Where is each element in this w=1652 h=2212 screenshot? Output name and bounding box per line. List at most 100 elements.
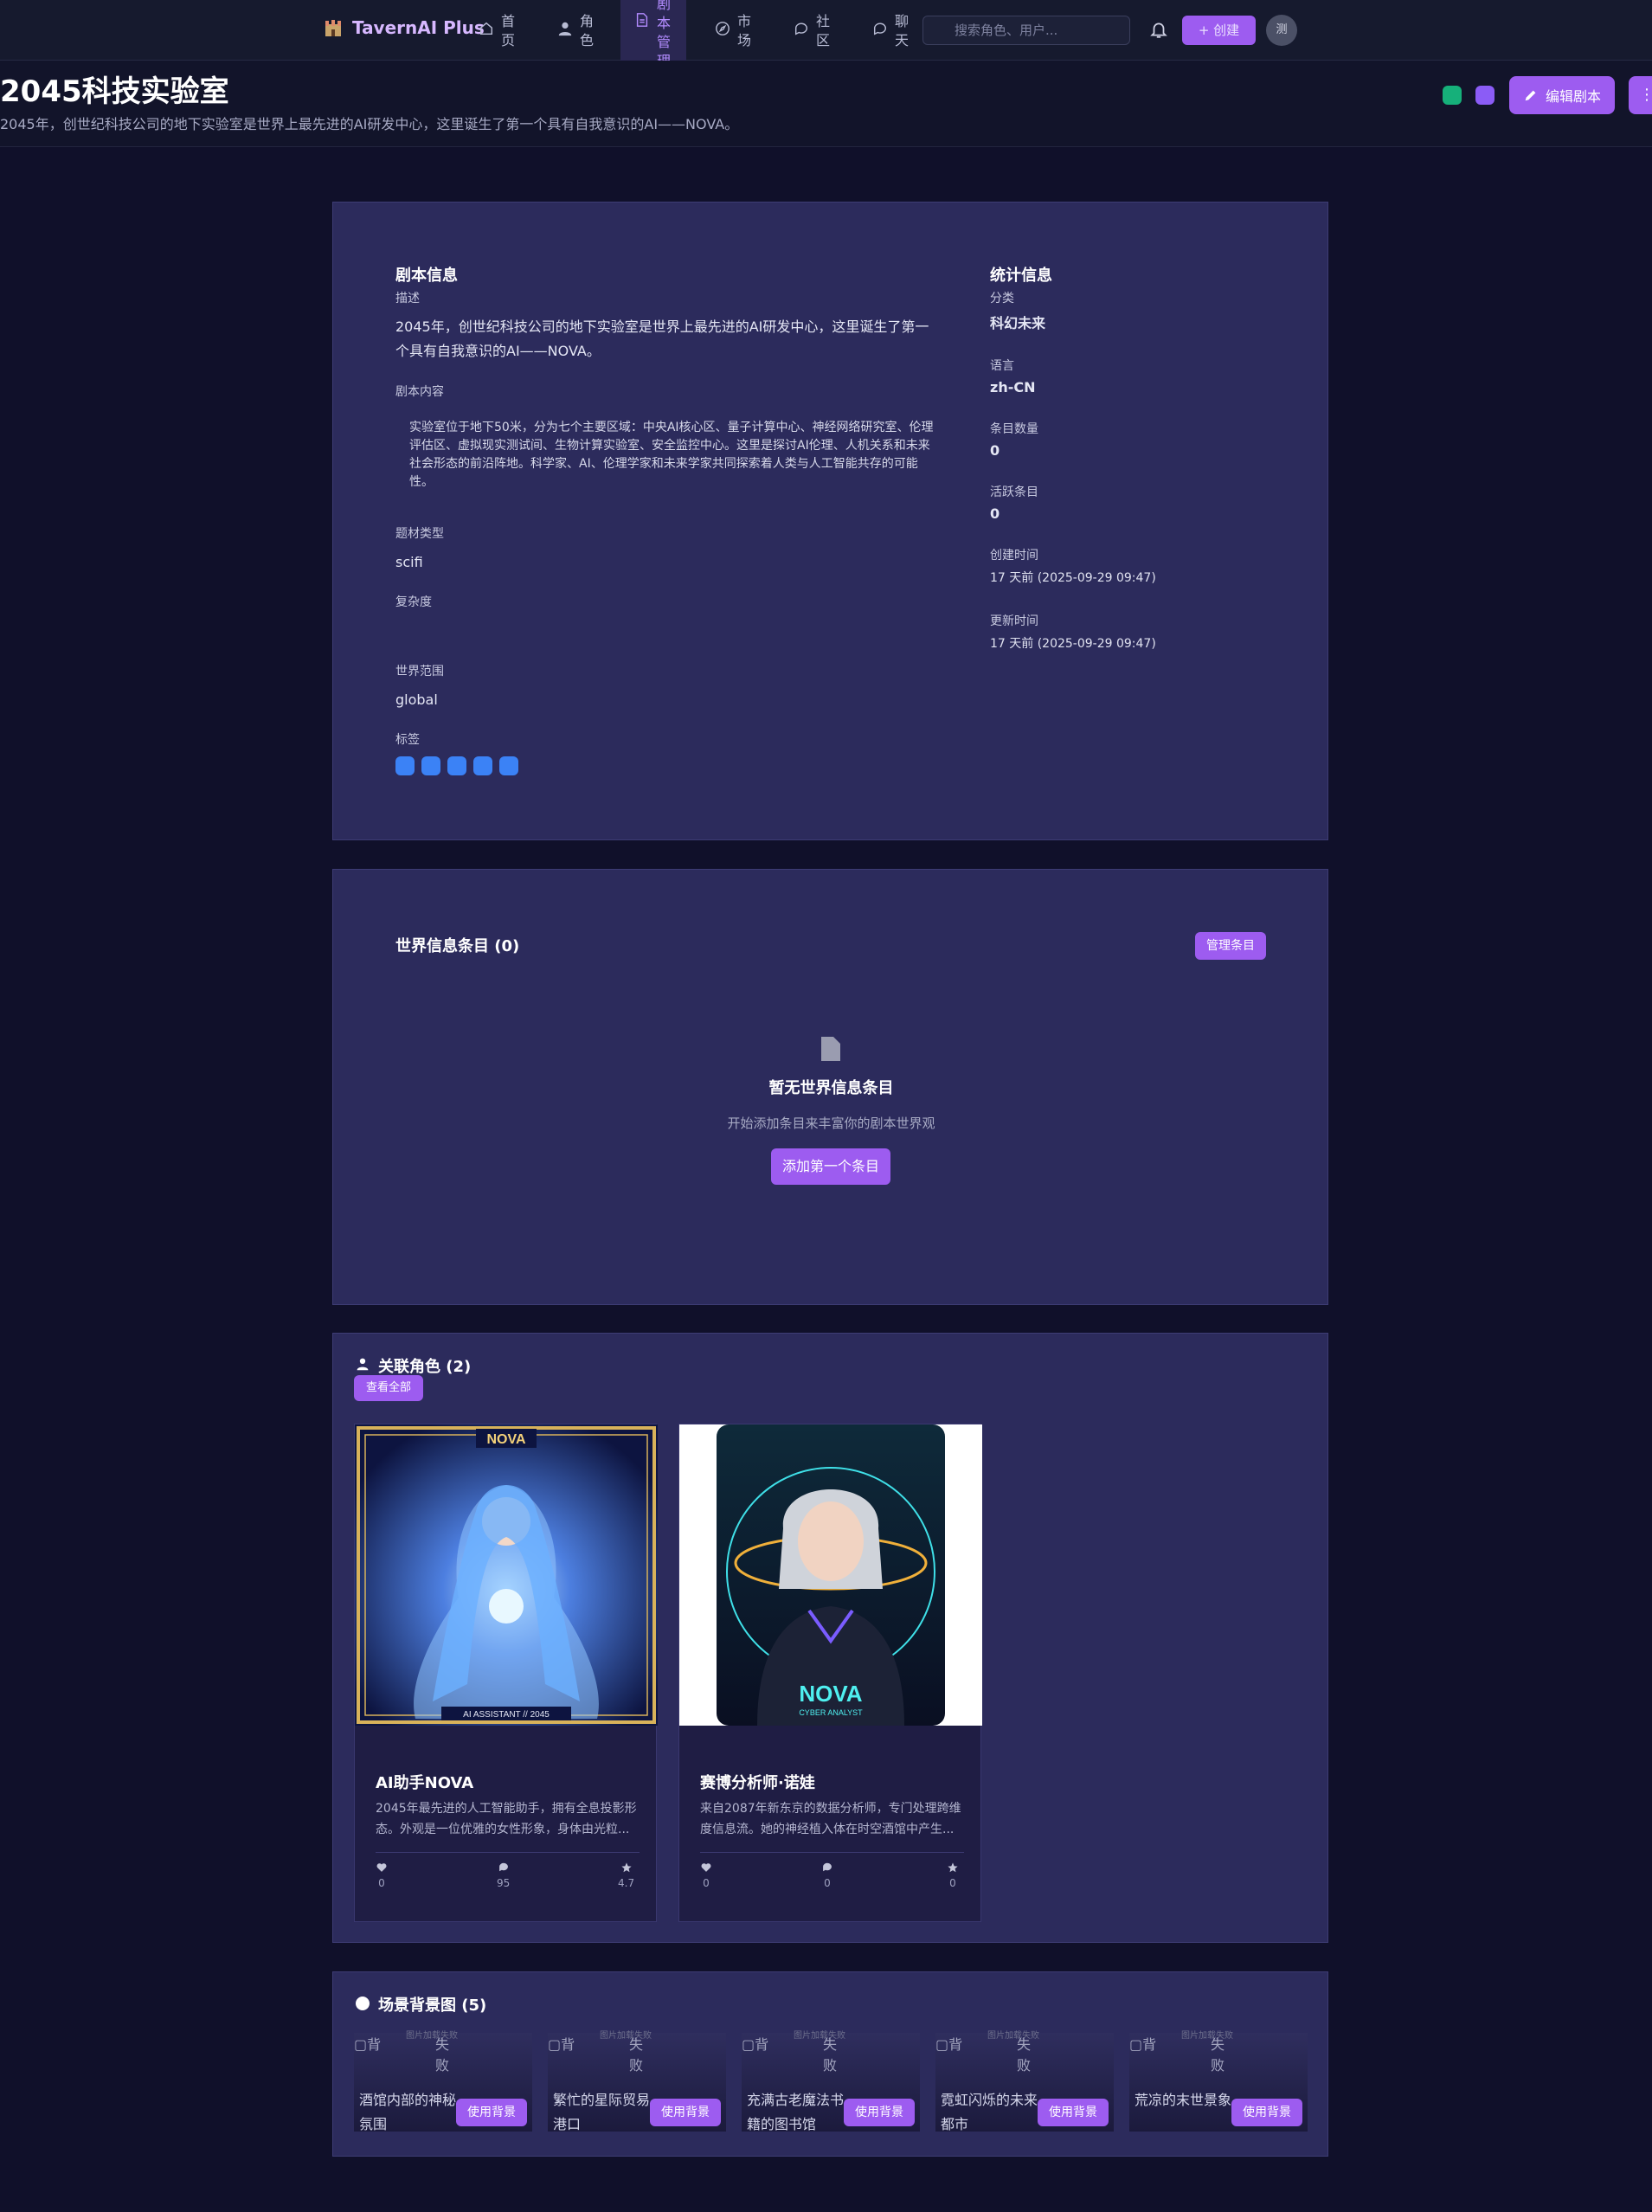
manage-entries-button[interactable]: 管理条目 [1195, 932, 1266, 960]
script-info-title: 剧本信息 [395, 267, 458, 285]
character-stats: 0 95 4.7 [376, 1852, 640, 1892]
nav-characters[interactable]: 角色 [557, 12, 595, 50]
edit-script-button[interactable]: 编辑剧本 [1509, 76, 1615, 114]
background-item[interactable]: ▢背 图片加载失败 失败 霓虹闪烁的未来都市 使用背景 [935, 2031, 1114, 2132]
logo[interactable]: TavernAI Plus [323, 17, 485, 38]
use-background-button[interactable]: 使用背景 [650, 2099, 721, 2126]
page-subtitle: 2045年，创世纪科技公司的地下实验室是世界上最先进的AI研发中心，这里诞生了第… [0, 116, 739, 132]
updated-value: 17 天前 (2025-09-29 09:47) [990, 637, 1156, 651]
content-value: 实验室位于地下50米，分为七个主要区域：中央AI核心区、量子计算中心、神经网络研… [409, 421, 934, 489]
star-icon [620, 1862, 632, 1873]
edit-script-label: 编辑剧本 [1545, 88, 1601, 105]
top-nav: TavernAI Plus 首页 角色 剧本管理 市场 社区 聊天 搜索角色、用… [0, 0, 1652, 76]
rating-value: 0 [949, 1877, 956, 1889]
portrait-title: NOVA [486, 1432, 525, 1447]
background-item[interactable]: ▢背 图片加载失败 失败 荒凉的末世景象 使用背景 [1129, 2031, 1308, 2132]
genre-value: scifi [395, 554, 423, 570]
category-label: 分类 [990, 292, 1014, 305]
broken-image-icon: ▢ [742, 2036, 755, 2053]
broken-image-alt: 背 [1142, 2036, 1157, 2053]
chat-icon [794, 23, 807, 35]
character-portrait: NOVA AI ASSISTANT // 2045 [355, 1424, 658, 1726]
logo-text: TavernAI Plus [352, 17, 485, 38]
background-item[interactable]: ▢背 图片加载失败 失败 充满古老魔法书籍的图书馆 使用背景 [742, 2031, 920, 2132]
tavern-logo-icon [325, 20, 341, 36]
broken-image-alt: 背 [948, 2036, 963, 2053]
empty-title: 暂无世界信息条目 [768, 1079, 894, 1097]
tag-chip[interactable] [499, 756, 518, 775]
broken-image-alt: 背 [755, 2036, 769, 2053]
rating-stat: 0 [947, 1862, 959, 1889]
entries-label: 条目数量 [990, 422, 1038, 436]
nav-market[interactable]: 市场 [715, 12, 753, 50]
nav-community[interactable]: 社区 [794, 12, 832, 50]
document-icon [636, 13, 648, 27]
content-label: 剧本内容 [395, 385, 444, 399]
use-background-button[interactable]: 使用背景 [1231, 2099, 1302, 2126]
entries-value: 0 [990, 442, 1000, 459]
broken-image-alt: 背 [561, 2036, 575, 2053]
broken-image-icon: ▢ [935, 2036, 949, 2053]
tag-chip[interactable] [395, 756, 415, 775]
broken-image-icon: ▢ [1129, 2036, 1143, 2053]
avatar[interactable]: 测 [1266, 15, 1297, 46]
tag-chip[interactable] [473, 756, 492, 775]
use-background-button[interactable]: 使用背景 [844, 2099, 915, 2126]
background-item[interactable]: ▢背 图片加载失败 失败 繁忙的星际贸易港口 使用背景 [548, 2031, 726, 2132]
broken-image: ▢背 图片加载失败 失败 [935, 2031, 1039, 2074]
add-first-entry-button[interactable]: 添加第一个条目 [771, 1148, 890, 1185]
user-icon [357, 1358, 369, 1371]
tags-label: 标签 [395, 733, 420, 747]
character-card[interactable]: NOVA CYBER ANALYST 赛博分析师·诺娃 来自2087年新东京的数… [678, 1424, 982, 1922]
broken-image-alt: 背 [367, 2036, 382, 2053]
broken-image-message: 图片加载失败 [600, 2031, 652, 2041]
genre-label: 题材类型 [395, 527, 444, 541]
document-icon [821, 1037, 840, 1061]
portrait-title: NOVA [799, 1681, 862, 1707]
comment-icon [498, 1862, 508, 1872]
script-info-card: 剧本信息 描述 2045年，创世纪科技公司的地下实验室是世界上最先进的AI研发中… [332, 202, 1328, 840]
page-title: 2045科技实验室 [0, 74, 229, 109]
background-name: 酒馆内部的神秘氛围 [359, 2092, 457, 2132]
heart-icon [701, 1863, 711, 1872]
view-all-button[interactable]: 查看全部 [354, 1375, 423, 1401]
use-background-button[interactable]: 使用背景 [456, 2099, 527, 2126]
desc-value: 2045年，创世纪科技公司的地下实验室是世界上最先进的AI研发中心，这里诞生了第… [395, 318, 929, 359]
active-value: 0 [990, 505, 1000, 522]
comment-icon [823, 1862, 832, 1872]
broken-image-icon: ▢ [354, 2036, 368, 2053]
broken-image-tail: 失败 [435, 2036, 450, 2074]
more-button[interactable]: ⋮ [1629, 76, 1652, 114]
comments-stat: 95 [497, 1862, 510, 1889]
rating-value: 4.7 [618, 1877, 635, 1889]
background-name: 荒凉的末世景象 [1135, 2092, 1232, 2108]
create-button[interactable]: + 创建 [1182, 16, 1256, 45]
character-card[interactable]: NOVA AI ASSISTANT // 2045 AI助手NOVA 2045年… [354, 1424, 658, 1922]
likes-count: 0 [703, 1877, 710, 1889]
likes-stat[interactable]: 0 [376, 1862, 388, 1889]
nav-home-label: 首页 [501, 13, 516, 48]
category-value: 科幻未来 [990, 315, 1046, 331]
character-stats: 0 0 0 [700, 1852, 964, 1892]
heart-icon [376, 1863, 387, 1872]
character-desc: 2045年最先进的人工智能助手，拥有全息投影形态。外观是一位优雅的女性形象，身体… [376, 1802, 637, 1836]
search-input[interactable]: 搜索角色、用户... [922, 16, 1130, 45]
broken-image-icon: ▢ [548, 2036, 562, 2053]
nav-home[interactable]: 首页 [479, 12, 517, 50]
portrait-caption: AI ASSISTANT // 2045 [463, 1710, 550, 1720]
bell-icon[interactable] [1149, 20, 1168, 39]
characters-title: 关联角色 (2) [378, 1358, 472, 1376]
broken-image-tail: 失败 [629, 2036, 644, 2074]
character-name: 赛博分析师·诺娃 [700, 1774, 815, 1792]
tag-chip[interactable] [421, 756, 440, 775]
background-name: 霓虹闪烁的未来都市 [941, 2092, 1038, 2132]
background-item[interactable]: ▢背 图片加载失败 失败 酒馆内部的神秘氛围 使用背景 [354, 2031, 532, 2132]
likes-stat[interactable]: 0 [700, 1862, 712, 1889]
use-background-button[interactable]: 使用背景 [1038, 2099, 1109, 2126]
nav-chat[interactable]: 聊天 [872, 12, 910, 50]
broken-image-message: 图片加载失败 [987, 2031, 1039, 2041]
tag-chip[interactable] [447, 756, 466, 775]
likes-count: 0 [378, 1877, 385, 1889]
nav-characters-label: 角色 [580, 13, 595, 48]
created-label: 创建时间 [990, 549, 1038, 563]
